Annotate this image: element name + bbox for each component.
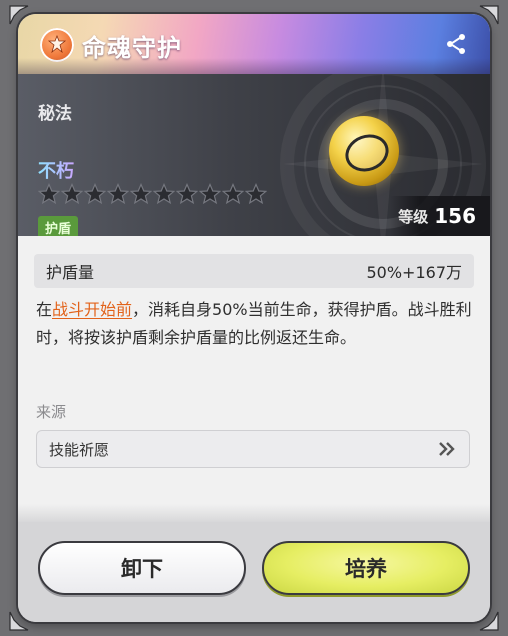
stat-value: 50%+167万 <box>366 263 462 282</box>
relic-hero: 秘法 不朽 护盾 等级 156 <box>18 74 490 236</box>
source-label: 来源 <box>36 403 67 421</box>
page-title: 命魂守护 <box>82 34 182 62</box>
stat-label: 护盾量 <box>46 263 95 282</box>
source-link-skill-wish[interactable]: 技能祈愿 <box>36 430 470 468</box>
corner-ornament-icon <box>8 4 30 26</box>
relic-ring-detail <box>340 128 394 178</box>
share-icon[interactable] <box>444 32 468 56</box>
level-badge: 等级 156 <box>390 196 490 236</box>
star-rating <box>38 183 267 205</box>
level-label: 等级 <box>398 207 429 226</box>
train-button[interactable]: 培养 <box>262 541 470 595</box>
star-icon <box>222 183 244 205</box>
star-icon <box>130 183 152 205</box>
relic-category: 秘法 <box>38 104 72 124</box>
content-fade <box>18 504 490 524</box>
source-item-label: 技能祈愿 <box>49 440 110 459</box>
guardian-emblem-icon <box>40 28 74 62</box>
relic-name: 不朽 <box>38 157 74 183</box>
skill-description: 在战斗开始前，消耗自身50%当前生命，获得护盾。战斗胜利时，将按该护盾剩余护盾量… <box>36 296 472 352</box>
corner-ornament-icon <box>8 610 30 632</box>
corner-ornament-icon <box>478 610 500 632</box>
star-icon <box>61 183 83 205</box>
unequip-button[interactable]: 卸下 <box>38 541 246 595</box>
level-value: 156 <box>434 204 476 228</box>
battle-start-keyword-link[interactable]: 战斗开始前 <box>52 300 132 319</box>
double-chevron-right-icon <box>439 442 455 456</box>
description-prefix: 在 <box>36 300 53 319</box>
golden-ring-relic-icon <box>329 116 399 186</box>
star-icon <box>199 183 221 205</box>
star-icon <box>176 183 198 205</box>
star-icon <box>38 183 60 205</box>
star-icon <box>245 183 267 205</box>
shield-amount-row: 护盾量 50%+167万 <box>34 254 474 288</box>
type-tag: 护盾 <box>38 216 79 236</box>
corner-ornament-icon <box>478 4 500 26</box>
star-icon <box>153 183 175 205</box>
skill-detail-panel: 命魂守护 秘法 不朽 护盾 等级 156 护盾量 50%+167万 在战斗开始前… <box>18 14 490 622</box>
panel-header: 命魂守护 <box>18 14 490 74</box>
star-icon <box>84 183 106 205</box>
star-icon <box>107 183 129 205</box>
